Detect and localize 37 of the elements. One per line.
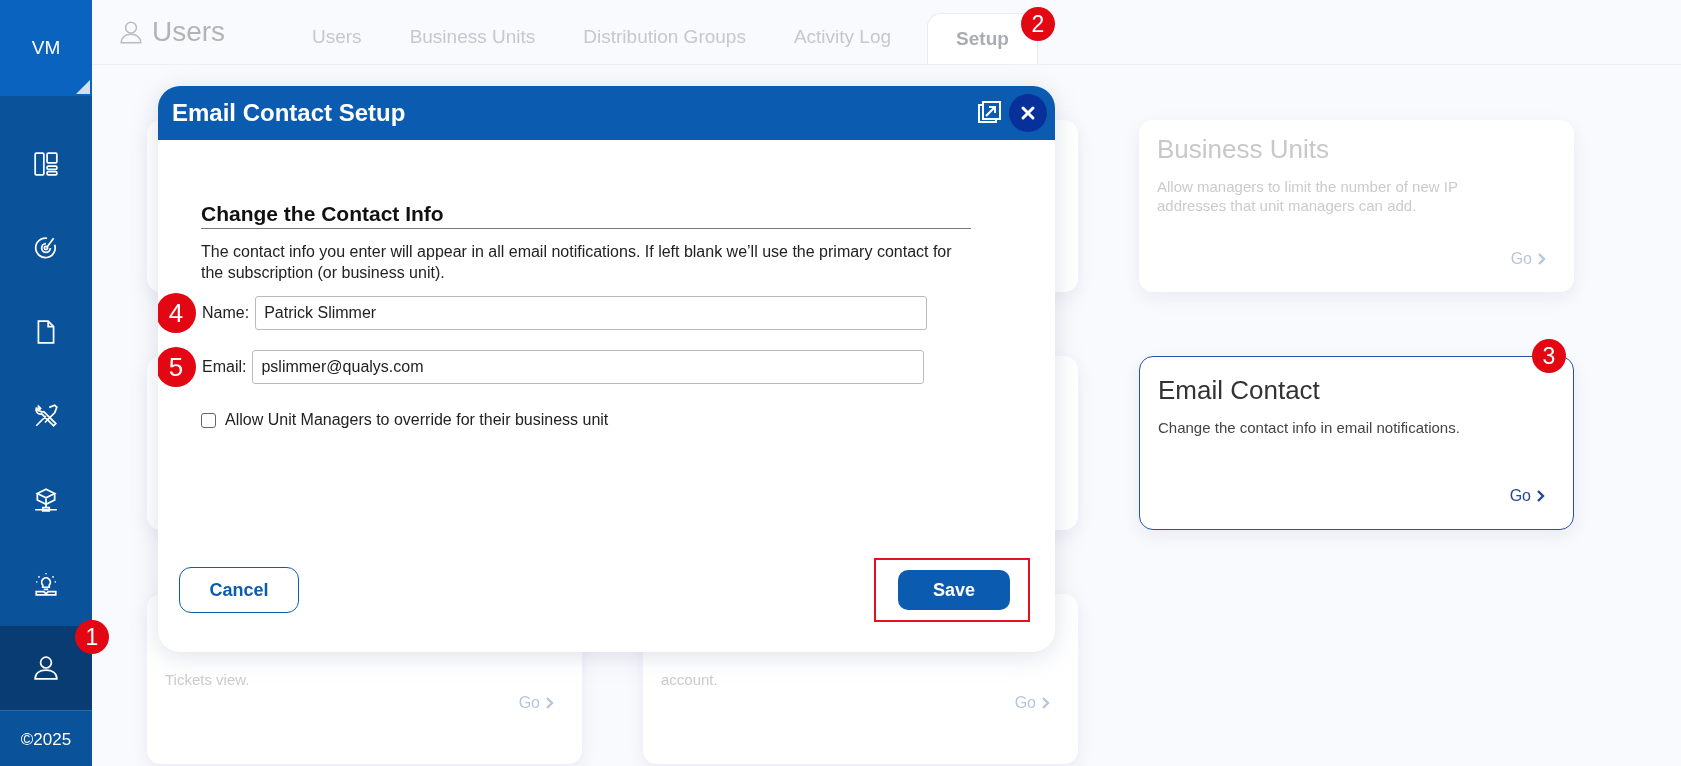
lightbulb-icon (33, 571, 59, 597)
page-title: Users (152, 16, 226, 48)
card-description: Change the contact info in email notifications. (1158, 418, 1461, 437)
user-icon (118, 19, 144, 45)
card-title: Email Contact (1158, 375, 1321, 406)
go-link[interactable]: Go (1014, 694, 1050, 712)
grid-icon (33, 151, 59, 177)
network-box-icon (33, 487, 59, 513)
callout-badge: 2 (1020, 7, 1055, 41)
cancel-button[interactable]: Cancel (179, 567, 299, 613)
popout-icon[interactable] (977, 101, 1001, 125)
callout-badge: 4 (158, 293, 196, 333)
callout-badge: 3 (1532, 339, 1566, 373)
checkbox[interactable] (201, 412, 216, 428)
user-icon (33, 655, 59, 681)
checkbox-label: Allow Unit Managers to override for their business unit (225, 411, 609, 429)
chevron-icon (1537, 490, 1545, 502)
chevron-icon (1538, 253, 1546, 265)
dialog-title: Email Contact Setup (172, 99, 407, 127)
tools-icon (33, 403, 59, 429)
go-link[interactable]: Go (1509, 487, 1545, 505)
field-label: Email: (202, 358, 247, 376)
go-link[interactable]: Go (518, 694, 554, 712)
radar-icon (33, 235, 59, 261)
go-link[interactable]: Go (1510, 250, 1546, 268)
close-icon (1020, 105, 1036, 121)
instructions: The contact info you enter will appear in all email notifications. If left blank we’ll use the primary contact for the subscription (or business unit). (201, 242, 953, 283)
input-field[interactable]: Patrick Slimmer (255, 296, 928, 330)
product-logo[interactable]: VM (0, 0, 92, 96)
save-button[interactable]: Save (898, 570, 1010, 610)
chevron-icon (1042, 697, 1050, 709)
chevron-icon (546, 697, 554, 709)
input-field[interactable]: pslimmer@qualys.com (252, 350, 925, 384)
close-button[interactable] (1009, 94, 1047, 132)
callout-badge: 5 (158, 347, 196, 387)
field-label: Name: (202, 304, 250, 322)
section-heading: Change the Contact Info (201, 202, 971, 229)
